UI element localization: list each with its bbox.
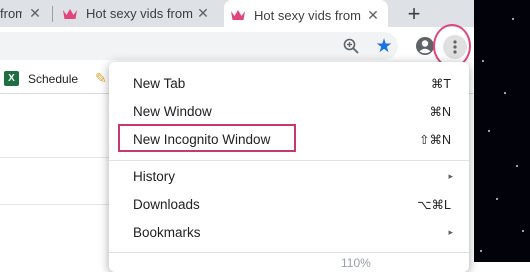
tab-strip: from ✕ Hot sexy vids from ✕ Hot sexy vid…	[0, 0, 474, 30]
submenu-arrow-icon: ▸	[448, 226, 453, 237]
bookmark-schedule[interactable]: X Schedule	[4, 71, 78, 86]
menu-item-shortcut: ⌘N	[429, 104, 451, 119]
tab-2[interactable]: Hot sexy vids from ✕	[56, 0, 218, 27]
menu-item-new-window[interactable]: New Window ⌘N	[109, 97, 469, 125]
menu-item-history[interactable]: History ▸	[109, 162, 469, 190]
menu-item-label: Downloads	[133, 196, 200, 212]
new-tab-button[interactable]: +	[400, 0, 428, 27]
close-icon[interactable]: ✕	[364, 7, 382, 24]
tab-title: Hot sexy vids from	[86, 6, 193, 21]
menu-separator	[109, 160, 469, 161]
pencil-icon: ✎	[95, 70, 107, 86]
bookmark-label: Schedule	[28, 71, 79, 86]
menu-item-shortcut: ⌥⌘L	[417, 197, 451, 212]
close-icon[interactable]: ✕	[194, 5, 212, 22]
submenu-arrow-icon: ▸	[448, 170, 453, 181]
page-divider	[0, 204, 110, 205]
menu-item-label: New Tab	[133, 75, 186, 91]
page-divider	[0, 157, 110, 158]
toolbar: ★	[0, 27, 474, 65]
menu-item-label: New Window	[133, 103, 212, 119]
zoom-value: 110%	[341, 256, 371, 270]
crown-favicon-icon	[63, 8, 77, 19]
address-bar[interactable]	[0, 32, 398, 60]
zoom-icon[interactable]	[340, 35, 362, 57]
highlight-box	[118, 124, 296, 152]
menu-item-shortcut: ⇧⌘N	[418, 132, 451, 147]
menu-item-bookmarks[interactable]: Bookmarks ▸	[109, 218, 469, 246]
menu-item-label: History	[133, 168, 176, 184]
crown-favicon-icon	[231, 10, 245, 20]
tab-title: from	[0, 6, 22, 21]
tab-1[interactable]: from ✕	[0, 0, 50, 27]
menu-separator	[109, 252, 469, 253]
menu-item-shortcut: ⌘T	[430, 76, 451, 91]
bookmark-star-icon[interactable]: ★	[372, 34, 396, 58]
tab-title: Hot sexy vids from	[254, 7, 361, 23]
excel-icon: X	[4, 71, 19, 86]
tab-3-active[interactable]: Hot sexy vids from ✕	[224, 0, 388, 30]
close-icon[interactable]: ✕	[26, 5, 44, 22]
tab-divider	[52, 6, 53, 22]
menu-item-label: Bookmarks	[133, 224, 201, 240]
menu-item-new-tab[interactable]: New Tab ⌘T	[109, 69, 469, 97]
menu-item-downloads[interactable]: Downloads ⌥⌘L	[109, 190, 469, 218]
chrome-main-menu: New Tab ⌘T New Window ⌘N New Incognito W…	[109, 62, 469, 272]
desktop-background	[474, 0, 530, 262]
